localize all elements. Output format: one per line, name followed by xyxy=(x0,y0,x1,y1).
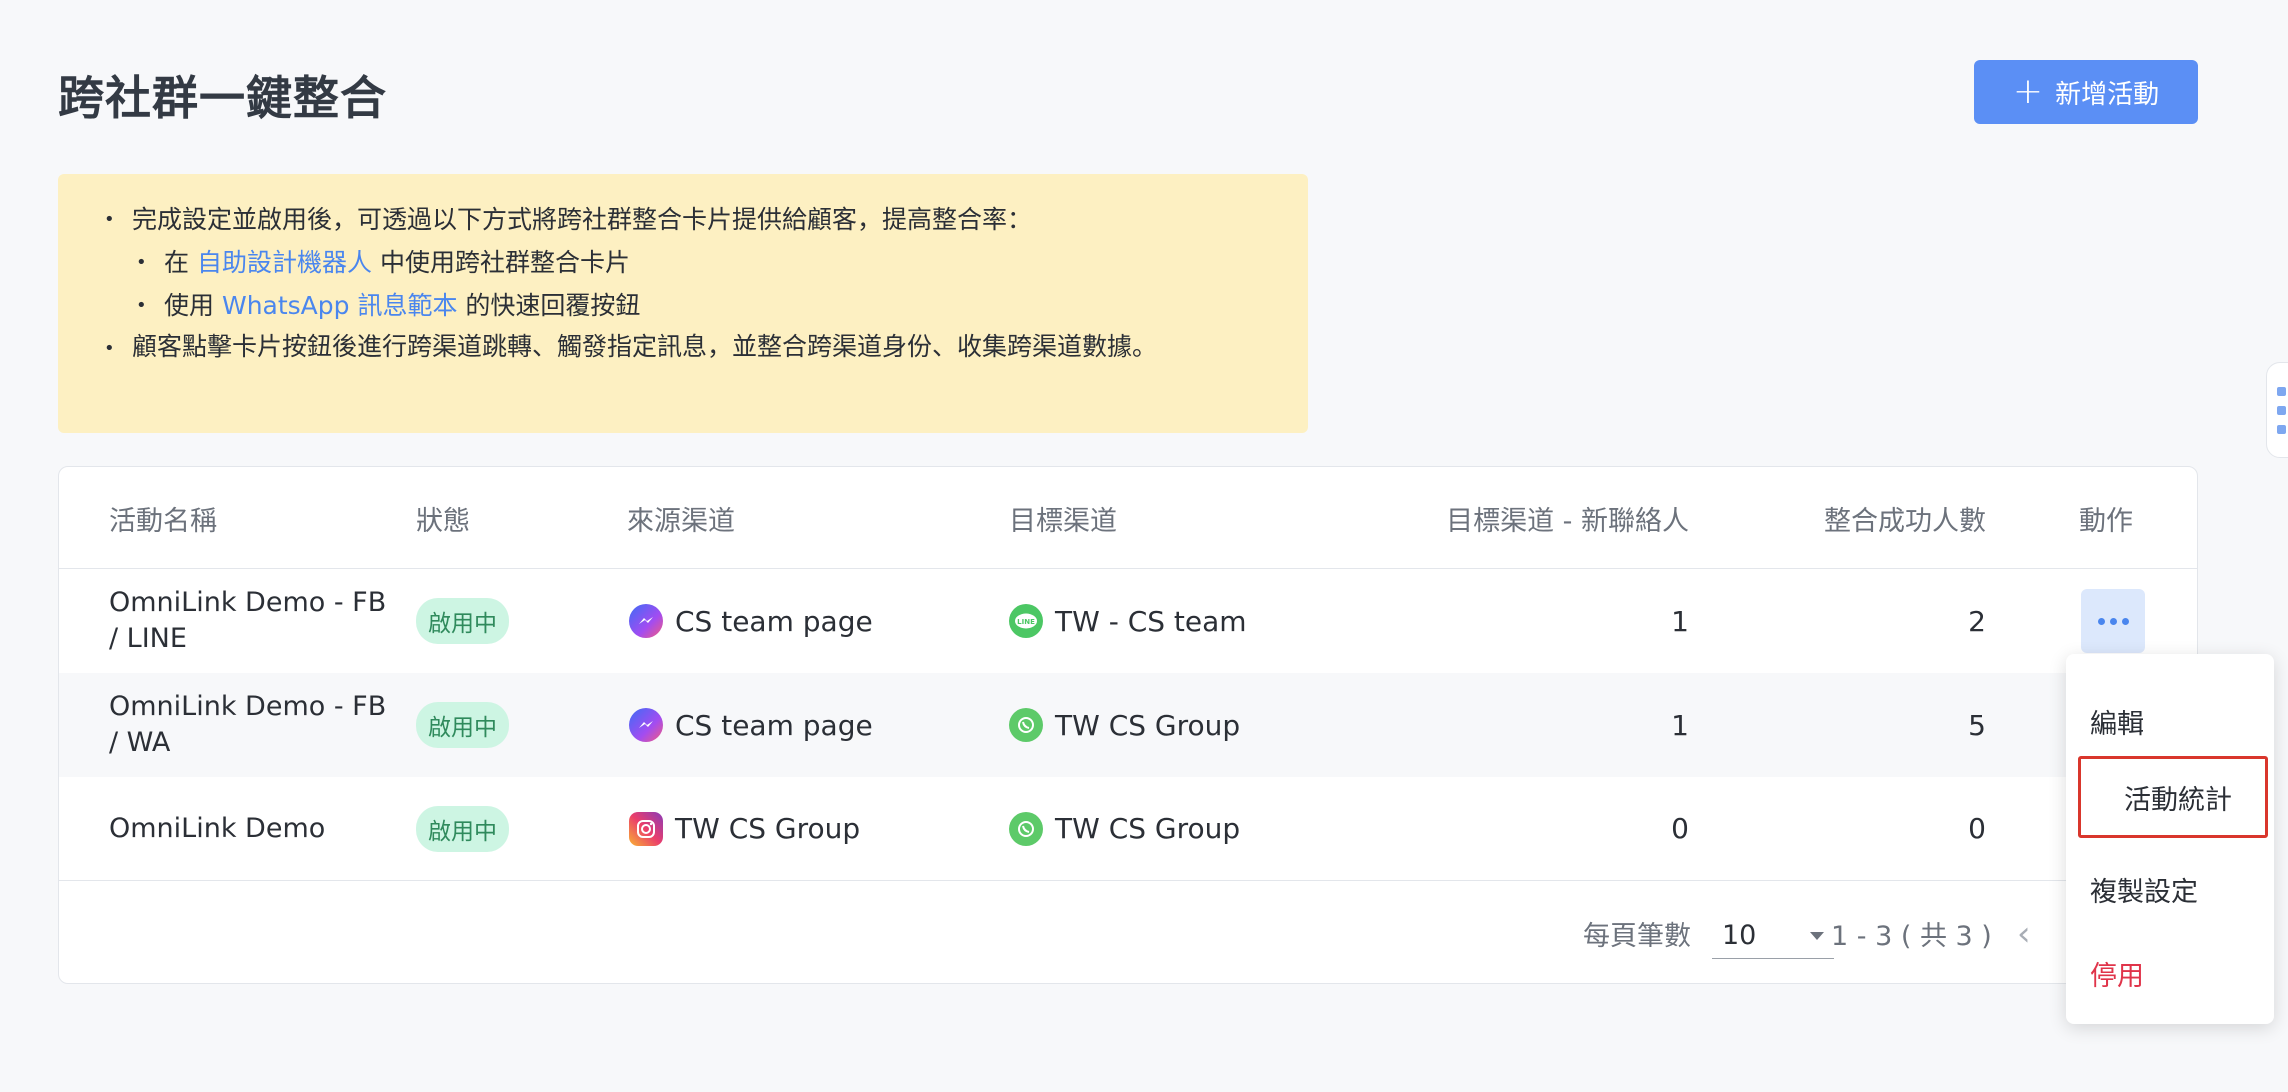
whatsapp-icon xyxy=(1009,708,1043,742)
instagram-icon xyxy=(629,811,663,846)
menu-item-disable[interactable]: 停用 xyxy=(2044,934,2228,1012)
prev-page-icon[interactable]: ‹ xyxy=(2017,881,2031,983)
source-channel-name: CS team page xyxy=(675,708,873,742)
notice-text: 顧客點擊卡片按鈕後進行跨渠道跳轉、觸發指定訊息，並整合跨渠道身份、收集跨渠道數據… xyxy=(132,332,1158,361)
col-action: 動作 xyxy=(2079,505,2133,537)
activity-name: OmniLink Demo xyxy=(109,812,326,844)
side-tab-mark xyxy=(2277,406,2286,415)
col-new-contacts: 目標渠道 - 新聯絡人 xyxy=(1446,505,1689,537)
notice-line: • 顧客點擊卡片按鈕後進行跨渠道跳轉、觸發指定訊息，並整合跨渠道身份、收集跨渠道… xyxy=(104,331,1268,367)
notice-prefix: 在 xyxy=(164,248,190,277)
status-badge: 啟用中 xyxy=(416,805,509,852)
new-contacts-count: 1 xyxy=(1671,604,1689,638)
side-tab-mark xyxy=(2277,425,2286,434)
activity-name: OmniLink Demo - FB / WA xyxy=(109,691,387,758)
whatsapp-icon xyxy=(1009,811,1043,846)
status-cell: 啟用中 xyxy=(416,569,509,673)
status-cell: 啟用中 xyxy=(416,777,509,880)
per-page-label: 每頁筆數 xyxy=(1583,921,1691,952)
notice-text: 在 自助設計機器人 中使用跨社群整合卡片 xyxy=(164,245,630,281)
add-activity-button[interactable]: + 新增活動 xyxy=(1974,60,2198,124)
source-channel: TW CS Group xyxy=(629,777,860,880)
page-title: 跨社群一鍵整合 xyxy=(58,71,387,125)
table-row[interactable]: OmniLink Demo - FB / LINE 啟用中 CS team pa… xyxy=(59,569,2197,673)
menu-item-duplicate[interactable]: 複製設定 xyxy=(2044,850,2228,928)
notice-sub-line: • 使用 WhatsApp 訊息範本 的快速回覆按鈕 xyxy=(104,288,1268,324)
merged-count: 0 xyxy=(1968,812,1986,845)
menu-item-edit[interactable]: 編輯 xyxy=(2044,682,2228,760)
merged-count: 5 xyxy=(1968,708,1986,742)
col-status: 狀態 xyxy=(416,505,470,537)
notice-text: 使用 WhatsApp 訊息範本 的快速回覆按鈕 xyxy=(164,288,640,324)
self-service-bot-link[interactable]: 自助設計機器人 xyxy=(197,248,372,277)
per-page-value: 10 xyxy=(1722,920,1757,951)
table-header: 活動名稱 狀態 來源渠道 目標渠道 目標渠道 - 新聯絡人 整合成功人數 動作 xyxy=(59,467,2197,569)
caret-down-icon xyxy=(1810,931,1824,940)
status-badge: 啟用中 xyxy=(416,598,509,644)
source-channel: CS team page xyxy=(629,673,873,777)
dot xyxy=(2121,617,2129,625)
target-channel: TW CS Group xyxy=(1009,673,1240,777)
target-channel-name: TW CS Group xyxy=(1055,812,1241,845)
target-channel-name: TW - CS team xyxy=(1055,604,1247,638)
status-cell: 啟用中 xyxy=(416,673,509,777)
bullet: • xyxy=(104,338,115,359)
svg-text:LINE: LINE xyxy=(1017,618,1035,626)
notice-suffix: 中使用跨社群整合卡片 xyxy=(379,248,630,277)
messenger-icon xyxy=(629,708,663,742)
source-channel: CS team page xyxy=(629,569,873,673)
per-page-select[interactable]: 10 xyxy=(1712,919,1834,959)
notice-text: 完成設定並啟用後，可透過以下方式將跨社群整合卡片提供給顧客，提高整合率： xyxy=(132,205,1033,234)
pagination-range: 1 - 3 ( 共 3 ) xyxy=(1831,921,1992,952)
new-contacts-count: 1 xyxy=(1671,708,1689,742)
notice-suffix: 的快速回覆按鈕 xyxy=(465,291,641,320)
menu-item-stats[interactable]: 活動統計 xyxy=(2078,756,2268,838)
side-panel-tab[interactable] xyxy=(2266,362,2288,458)
page: 跨社群一鍵整合 + 新增活動 • 完成設定並啟用後，可透過以下方式將跨社群整合卡… xyxy=(0,0,2288,1092)
activity-name: OmniLink Demo - FB / LINE xyxy=(109,587,387,654)
source-channel-name: TW CS Group xyxy=(675,812,861,845)
target-channel-name: TW CS Group xyxy=(1055,708,1241,742)
notice-prefix: 使用 xyxy=(164,291,215,320)
col-target: 目標渠道 xyxy=(1009,505,1117,537)
source-channel-name: CS team page xyxy=(675,604,873,638)
notice-sub-line: • 在 自助設計機器人 中使用跨社群整合卡片 xyxy=(104,245,1268,281)
col-merged: 整合成功人數 xyxy=(1824,505,1986,537)
add-activity-label: 新增活動 xyxy=(2055,79,2160,110)
new-contacts-count: 0 xyxy=(1671,812,1689,845)
bullet: • xyxy=(136,295,147,316)
plus-icon: + xyxy=(2012,71,2044,112)
table-row[interactable]: OmniLink Demo 啟用中 TW CS Group TW CS Grou… xyxy=(59,777,2197,880)
more-actions-button[interactable] xyxy=(2081,589,2145,653)
messenger-icon xyxy=(629,604,663,638)
status-badge: 啟用中 xyxy=(416,702,509,748)
merged-count: 2 xyxy=(1968,604,1986,638)
target-channel: LINE TW - CS team xyxy=(1009,569,1247,673)
info-notice: • 完成設定並啟用後，可透過以下方式將跨社群整合卡片提供給顧客，提高整合率： •… xyxy=(58,174,1308,433)
activities-table: 活動名稱 狀態 來源渠道 目標渠道 目標渠道 - 新聯絡人 整合成功人數 動作 … xyxy=(58,466,2198,984)
target-channel: TW CS Group xyxy=(1009,777,1240,880)
col-name: 活動名稱 xyxy=(109,505,217,537)
dot xyxy=(2109,617,2117,625)
whatsapp-template-link[interactable]: WhatsApp 訊息範本 xyxy=(222,291,458,320)
dot xyxy=(2097,617,2105,625)
bullet: • xyxy=(136,252,147,273)
action-menu: 編輯 活動統計 複製設定 停用 xyxy=(2066,654,2274,1024)
side-tab-mark xyxy=(2277,387,2286,396)
col-source: 來源渠道 xyxy=(627,505,735,537)
bullet: • xyxy=(104,209,115,230)
notice-line: • 完成設定並啟用後，可透過以下方式將跨社群整合卡片提供給顧客，提高整合率： xyxy=(104,202,1268,238)
line-icon: LINE xyxy=(1009,604,1043,638)
table-footer: 每頁筆數 10 1 - 3 ( 共 3 ) ‹ xyxy=(59,880,2197,983)
table-row[interactable]: OmniLink Demo - FB / WA 啟用中 CS team page… xyxy=(59,673,2197,777)
